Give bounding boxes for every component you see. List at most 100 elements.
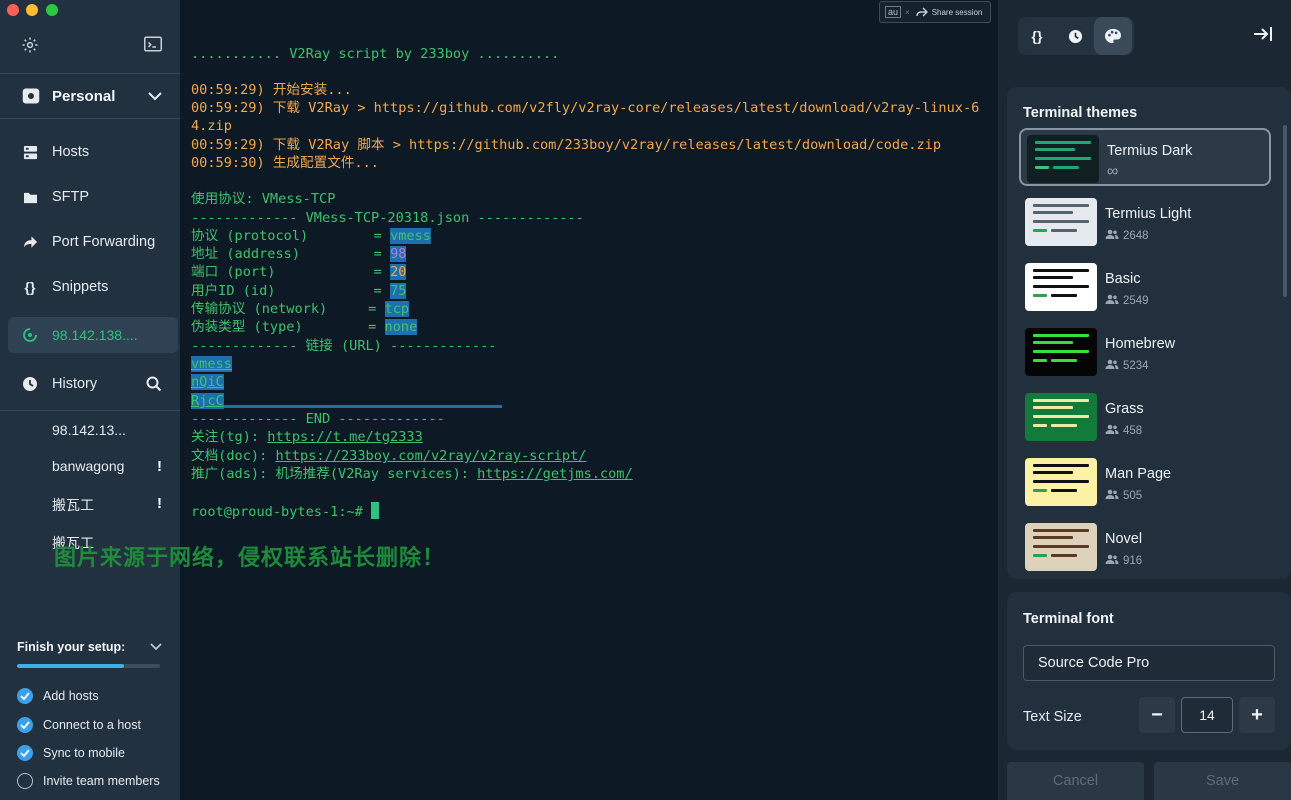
- theme-count-value: 505: [1123, 489, 1143, 502]
- theme-preview-line: [1033, 529, 1089, 532]
- chevron-down-icon: [148, 92, 162, 101]
- forward-icon: [22, 234, 38, 250]
- sidebar-item-sftp[interactable]: SFTP: [0, 179, 180, 215]
- terminal-kv-line: 协议 (protocol) = vmess: [191, 227, 431, 245]
- text-size-input[interactable]: 14: [1181, 697, 1233, 733]
- theme-preview-line: [1051, 489, 1077, 492]
- vault-selector[interactable]: Personal: [22, 82, 162, 110]
- decrease-size-button[interactable]: −: [1139, 697, 1175, 733]
- kv-value: 20: [390, 264, 407, 280]
- kv-value: 98: [390, 246, 407, 262]
- theme-preview-line: [1033, 464, 1089, 467]
- setup-item-connect-host[interactable]: Connect to a host: [17, 717, 141, 733]
- gear-icon[interactable]: [21, 36, 39, 54]
- theme-name: Man Page: [1105, 466, 1172, 482]
- zoom-window-button[interactable]: [46, 4, 58, 16]
- save-button[interactable]: Save: [1154, 762, 1291, 800]
- users-icon: [1105, 424, 1119, 437]
- theme-preview: [1025, 458, 1097, 506]
- theme-preview-line: [1033, 359, 1047, 362]
- theme-preview-line: [1033, 294, 1047, 297]
- minimize-window-button[interactable]: [26, 4, 38, 16]
- theme-item[interactable]: Termius Dark ∞: [1019, 128, 1271, 186]
- close-icon[interactable]: ×: [905, 8, 910, 17]
- palette-icon: [1105, 28, 1121, 44]
- users-icon: [1105, 229, 1119, 242]
- theme-preview-line: [1033, 554, 1047, 557]
- terminal-line: ------------- END -------------: [191, 411, 445, 427]
- kv-value: vmess: [390, 228, 431, 244]
- theme-preview: [1025, 393, 1097, 441]
- terminal-prompt[interactable]: root@proud-bytes-1:~#: [191, 502, 380, 521]
- theme-item[interactable]: Termius Light 2648: [1019, 193, 1271, 251]
- theme-name: Basic: [1105, 271, 1141, 287]
- share-session-button[interactable]: au × Share session: [879, 1, 991, 23]
- users-icon: [1105, 359, 1119, 372]
- theme-item[interactable]: Man Page 505: [1019, 453, 1271, 511]
- history-item[interactable]: banwagong !: [52, 458, 162, 475]
- theme-usage-count: ∞: [1107, 164, 1118, 180]
- theme-item[interactable]: Grass 458: [1019, 388, 1271, 446]
- active-host-tab[interactable]: 98.142.138....: [8, 317, 178, 353]
- close-window-button[interactable]: [7, 4, 19, 16]
- terminal-link-line: 关注(tg): https://t.me/tg2333: [191, 428, 423, 446]
- sidebar-item-port-forwarding[interactable]: Port Forwarding: [0, 224, 180, 260]
- themes-scrollbar[interactable]: [1283, 125, 1287, 297]
- sidebar-item-snippets[interactable]: {} Snippets: [0, 269, 180, 305]
- sidebar-item-label: Hosts: [52, 144, 90, 160]
- settings-panel: {} Terminal themes Termius Dark ∞ Termius …: [998, 0, 1291, 800]
- sidebar-item-history[interactable]: History: [22, 370, 162, 398]
- terminal-icon[interactable]: [144, 36, 162, 52]
- collapse-panel-icon[interactable]: [1253, 26, 1273, 47]
- terminal-kv-line: 端口 (port) = 20: [191, 263, 407, 281]
- tab-snippets[interactable]: {}: [1018, 17, 1056, 55]
- theme-item[interactable]: Novel 916: [1019, 518, 1271, 576]
- url-fragment: nQiC: [191, 374, 224, 390]
- theme-preview-line: [1033, 536, 1073, 539]
- terminal-link-line: 文档(doc): https://233boy.com/v2ray/v2ray-…: [191, 447, 586, 465]
- setup-item-label: Invite team members: [43, 774, 160, 788]
- setup-header[interactable]: Finish your setup:: [17, 640, 162, 654]
- kv-value: none: [384, 319, 418, 335]
- docs-link[interactable]: https://233boy.com/v2ray/v2ray-script/: [275, 448, 586, 464]
- terminal-pane[interactable]: au × Share session ........... V2Ray scr…: [180, 0, 998, 800]
- ads-link[interactable]: https://getjms.com/: [477, 466, 633, 482]
- search-icon[interactable]: [146, 376, 162, 392]
- telegram-link[interactable]: https://t.me/tg2333: [267, 429, 423, 445]
- theme-preview-line: [1033, 545, 1089, 548]
- theme-preview-line: [1051, 359, 1077, 362]
- tab-themes[interactable]: [1094, 17, 1132, 55]
- link-label: 推广(ads): 机场推荐(V2Ray services):: [191, 466, 478, 482]
- sidebar-divider: [0, 73, 180, 74]
- theme-preview-line: [1033, 399, 1089, 402]
- terminal-url-line: vmess: [191, 355, 232, 373]
- theme-preview: [1025, 523, 1097, 571]
- history-item[interactable]: 搬瓦工 !: [52, 495, 162, 515]
- terminal-url-line: RjcC: [191, 392, 502, 410]
- kv-key: 端口 (port) =: [191, 264, 391, 280]
- theme-preview-line: [1035, 157, 1091, 160]
- kv-key: 用户ID (id) =: [191, 283, 391, 299]
- cancel-button[interactable]: Cancel: [1007, 762, 1144, 800]
- theme-item[interactable]: Basic 2549: [1019, 258, 1271, 316]
- increase-size-button[interactable]: +: [1239, 697, 1275, 733]
- tab-history[interactable]: [1056, 17, 1094, 55]
- themes-title: Terminal themes: [1023, 105, 1138, 121]
- users-icon: [1105, 554, 1119, 567]
- font-select[interactable]: Source Code Pro: [1023, 645, 1275, 681]
- theme-usage-count: 2549: [1105, 294, 1149, 307]
- terminal-line: ------------- VMess-TCP-20318.json -----…: [191, 210, 584, 226]
- history-item-label: 98.142.13...: [52, 422, 126, 438]
- theme-preview: [1027, 135, 1099, 183]
- setup-item-invite-team[interactable]: Invite team members: [17, 773, 160, 789]
- theme-item[interactable]: Homebrew 5234: [1019, 323, 1271, 381]
- history-item[interactable]: 98.142.13...: [52, 422, 162, 438]
- prompt-text: root@proud-bytes-1:~#: [191, 504, 372, 520]
- setup-item-add-hosts[interactable]: Add hosts: [17, 688, 99, 704]
- setup-item-sync-mobile[interactable]: Sync to mobile: [17, 745, 125, 761]
- sidebar-item-hosts[interactable]: Hosts: [0, 134, 180, 170]
- font-value: Source Code Pro: [1038, 655, 1150, 671]
- checkmark-icon: [17, 717, 33, 733]
- theme-name: Termius Dark: [1107, 143, 1193, 159]
- url-highlight-underline: [223, 405, 502, 408]
